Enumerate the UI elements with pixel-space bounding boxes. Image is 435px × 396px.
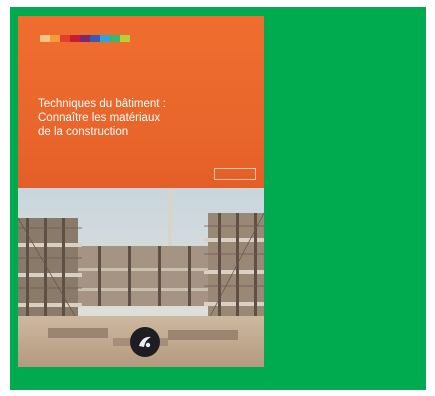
publisher-logo xyxy=(130,327,160,357)
colorbar-segment xyxy=(40,35,50,42)
colorbar-segment xyxy=(60,35,70,42)
colorbar-segment xyxy=(50,35,60,42)
cover-colorbar xyxy=(40,35,130,42)
colorbar-segment xyxy=(110,35,120,42)
book-title: Techniques du bâtiment : Connaître les m… xyxy=(38,97,253,139)
title-line-3: de la construction xyxy=(38,126,129,138)
cover-header: Techniques du bâtiment : Connaître les m… xyxy=(18,16,264,188)
colorbar-segment xyxy=(70,35,80,42)
colorbar-segment xyxy=(90,35,100,42)
book-cover: Techniques du bâtiment : Connaître les m… xyxy=(18,16,264,367)
cover-badge xyxy=(214,168,256,180)
title-line-2: Connaître les matériaux xyxy=(38,112,161,124)
colorbar-segment xyxy=(100,35,110,42)
colorbar-segment xyxy=(120,35,130,42)
title-line-1: Techniques du bâtiment : xyxy=(38,98,166,110)
publisher-mark-icon xyxy=(139,336,151,348)
colorbar-segment xyxy=(80,35,90,42)
